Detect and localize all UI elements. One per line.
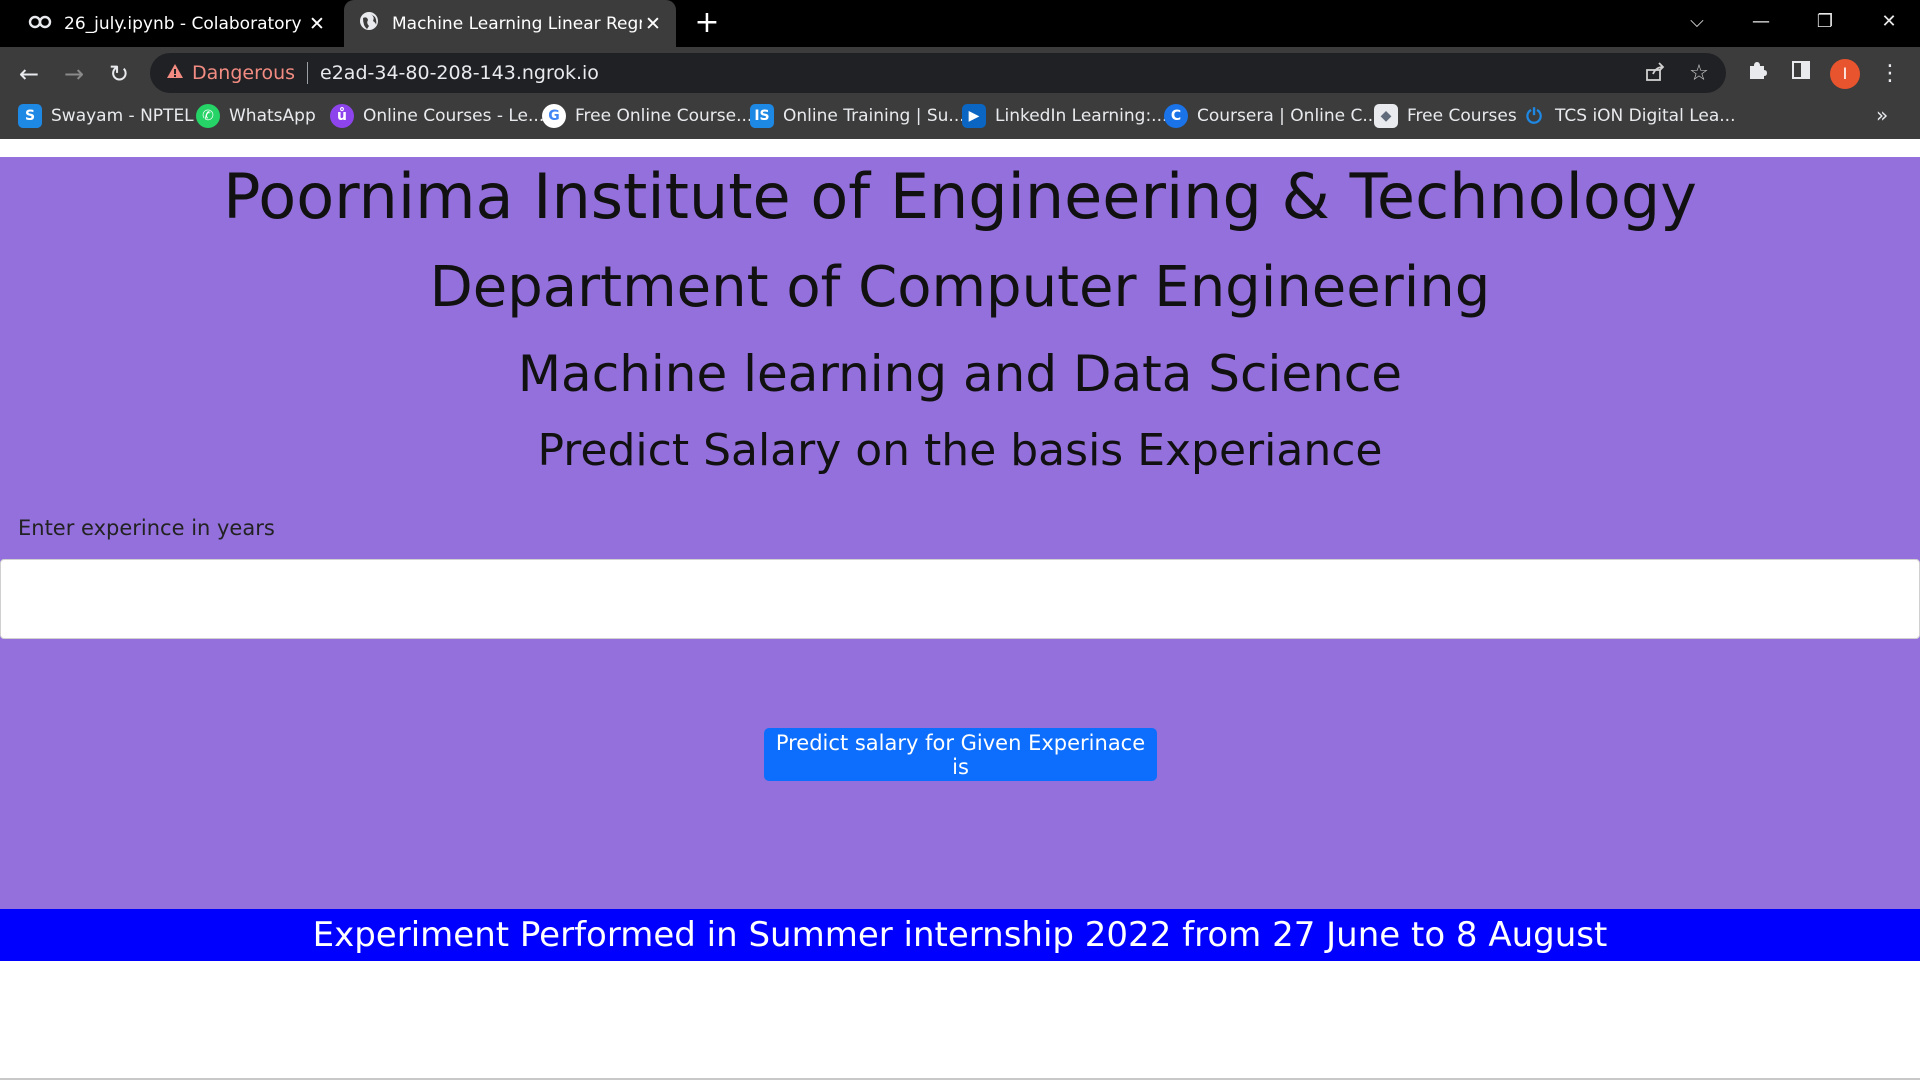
bookmark-tcs-ion[interactable]: ⏻ TCS iON Digital Lea... — [1522, 99, 1735, 133]
window-close-button[interactable]: ✕ — [1869, 8, 1909, 36]
puzzle-icon[interactable] — [1742, 59, 1772, 89]
bookmark-free-online-course[interactable]: G Free Online Course... — [542, 99, 752, 133]
online-courses-icon: ů — [330, 104, 354, 128]
bookmarks-overflow-icon[interactable]: » — [1876, 103, 1888, 127]
bookmark-label: WhatsApp — [229, 106, 316, 126]
page-title: Predict Salary on the basis Experiance — [537, 425, 1383, 476]
bookmark-label: Swayam - NPTEL — [51, 106, 194, 126]
bookmark-label: LinkedIn Learning:... — [995, 106, 1168, 126]
tab-search-icon[interactable]: ⌵ — [1677, 8, 1717, 36]
institute-heading: Poornima Institute of Engineering & Tech… — [223, 160, 1697, 233]
bookmark-swayam[interactable]: S Swayam - NPTEL — [18, 99, 194, 133]
new-tab-button[interactable]: + — [692, 8, 722, 38]
bookmark-label: Coursera | Online C... — [1197, 106, 1379, 126]
bookmark-label: TCS iON Digital Lea... — [1555, 106, 1736, 126]
star-icon[interactable]: ☆ — [1686, 61, 1712, 87]
bookmark-label: Free Online Course... — [575, 106, 753, 126]
course-heading: Machine learning and Data Science — [517, 345, 1403, 403]
tab-title: 26_july.ipynb - Colaboratory — [64, 13, 302, 34]
side-panel-icon[interactable] — [1786, 59, 1816, 89]
bookmark-free-courses[interactable]: ◆ Free Courses — [1374, 99, 1517, 133]
url-text[interactable]: e2ad-34-80-208-143.ngrok.io — [320, 62, 599, 84]
bookmark-online-training[interactable]: IS Online Training | Su... — [750, 99, 965, 133]
tab-strip: 26_july.ipynb - Colaboratory ✕ Machine L… — [0, 0, 1920, 47]
browser-toolbar: ← → ↻ Dangerous e2ad-34-80-208-143.ngrok… — [0, 47, 1920, 99]
linkedin-learning-icon: ▶ — [962, 104, 986, 128]
bookmark-online-courses[interactable]: ů Online Courses - Le... — [330, 99, 544, 133]
globe-icon — [358, 10, 380, 37]
experience-label: Enter experince in years — [18, 516, 275, 540]
bookmark-linkedin-learning[interactable]: ▶ LinkedIn Learning:... — [962, 99, 1167, 133]
bookmark-coursera[interactable]: C Coursera | Online C... — [1164, 99, 1379, 133]
minimize-button[interactable]: — — [1741, 8, 1781, 36]
share-icon[interactable] — [1642, 61, 1668, 87]
whatsapp-icon: ✆ — [196, 104, 220, 128]
predict-button[interactable]: Predict salary for Given Experinace is — [764, 728, 1157, 781]
main-panel: Poornima Institute of Engineering & Tech… — [0, 157, 1920, 909]
profile-avatar[interactable]: I — [1830, 59, 1860, 89]
address-divider — [307, 62, 309, 84]
simplilearn-icon: IS — [750, 104, 774, 128]
tab-close-icon[interactable]: ✕ — [642, 13, 664, 35]
bookmarks-bar: S Swayam - NPTEL ✆ WhatsApp ů Online Cou… — [0, 99, 1920, 139]
bookmark-label: Online Courses - Le... — [363, 106, 545, 126]
footer-banner: Experiment Performed in Summer internshi… — [0, 909, 1920, 961]
warning-icon[interactable] — [166, 63, 184, 84]
colab-icon — [28, 14, 52, 34]
back-button[interactable]: ← — [14, 59, 44, 89]
bookmark-label: Online Training | Su... — [783, 106, 965, 126]
reload-button[interactable]: ↻ — [104, 59, 134, 89]
forward-button[interactable]: → — [59, 59, 89, 89]
google-icon: G — [542, 104, 566, 128]
swayam-icon: S — [18, 104, 42, 128]
tab-active[interactable]: Machine Learning Linear Regress ✕ — [344, 0, 676, 47]
tab-colab[interactable]: 26_july.ipynb - Colaboratory ✕ — [14, 0, 340, 47]
bookmark-whatsapp[interactable]: ✆ WhatsApp — [196, 99, 316, 133]
page-top-strip — [0, 139, 1920, 157]
address-bar[interactable]: Dangerous e2ad-34-80-208-143.ngrok.io ☆ — [150, 53, 1726, 93]
coursera-icon: C — [1164, 104, 1188, 128]
tab-title: Machine Learning Linear Regress — [392, 13, 642, 34]
tab-close-icon[interactable]: ✕ — [306, 13, 328, 35]
shield-icon: ◆ — [1374, 104, 1398, 128]
bookmark-label: Free Courses — [1407, 106, 1517, 126]
power-icon: ⏻ — [1526, 104, 1542, 128]
department-heading: Department of Computer Engineering — [429, 255, 1491, 320]
menu-icon[interactable]: ⋮ — [1875, 59, 1905, 89]
restore-button[interactable]: ❐ — [1805, 8, 1845, 36]
security-status[interactable]: Dangerous — [192, 62, 295, 84]
experience-input[interactable] — [0, 559, 1920, 639]
